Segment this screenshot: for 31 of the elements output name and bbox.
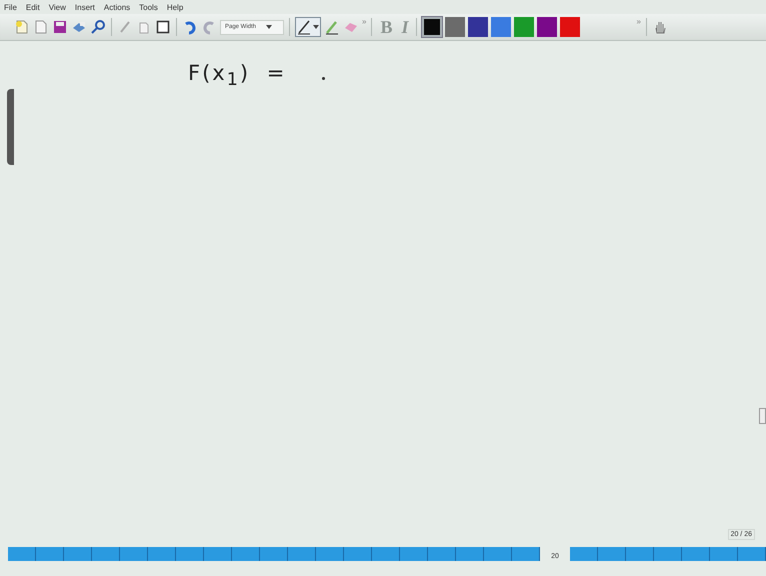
document-icon[interactable] <box>33 19 49 35</box>
pen-icon <box>296 19 312 35</box>
menu-item[interactable]: Help <box>166 2 184 12</box>
color-swatch[interactable] <box>491 17 512 37</box>
pen-tool-button[interactable] <box>295 17 321 37</box>
frame-icon[interactable] <box>155 19 171 35</box>
color-swatch[interactable] <box>537 17 558 37</box>
new-note-icon[interactable] <box>14 19 30 35</box>
caret-icon <box>313 25 319 29</box>
page-strip[interactable] <box>8 547 540 561</box>
undo-icon[interactable] <box>182 19 198 35</box>
color-swatch[interactable] <box>560 17 580 37</box>
color-swatch[interactable] <box>468 17 488 37</box>
menu-item[interactable]: View <box>48 2 66 12</box>
menu-item[interactable]: Actions <box>104 2 130 12</box>
color-swatch[interactable] <box>514 17 534 37</box>
color-swatch[interactable] <box>445 17 466 37</box>
search-icon[interactable] <box>90 19 106 35</box>
menu-item[interactable]: Insert <box>74 2 95 12</box>
menu-item[interactable]: Edit <box>26 2 40 12</box>
menu-item[interactable]: Tools <box>139 2 158 12</box>
redo-icon[interactable] <box>201 19 217 35</box>
menu-item[interactable]: File <box>4 2 17 12</box>
ink-dot <box>322 77 325 80</box>
page-strip[interactable] <box>570 547 766 561</box>
caret-icon <box>266 25 272 29</box>
handwritten-formula: F(x$_{1}$) = <box>188 61 286 90</box>
color-swatch[interactable] <box>422 17 442 37</box>
scroll-marker[interactable] <box>759 408 766 424</box>
highlighter-icon[interactable] <box>324 19 340 35</box>
save-icon[interactable] <box>52 19 68 35</box>
